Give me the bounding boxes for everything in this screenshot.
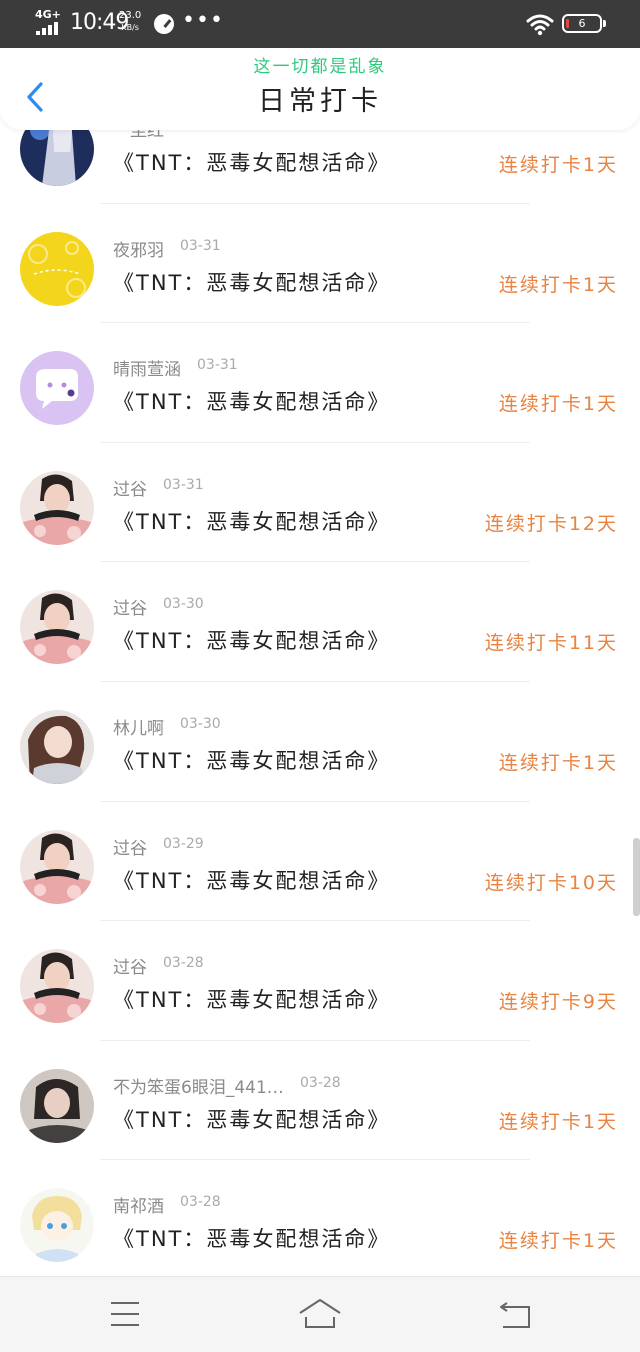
menu-icon[interactable] [101,1291,149,1337]
checkin-date: 03-31 [180,130,221,134]
avatar[interactable] [20,1188,94,1263]
scrollbar[interactable] [633,838,640,916]
speed-unit: KB/s [121,23,139,32]
checkin-date: 03-31 [180,237,221,254]
avatar[interactable] [20,351,94,426]
streak-label: 连续打卡1天 [498,273,618,296]
checkin-date: 03-30 [163,596,204,613]
page-subtitle: 这一切都是乱象 [253,57,387,77]
book-title: 《TNT：恶毒女配想活命》 [113,270,391,295]
streak-label: 连续打卡9天 [498,991,618,1014]
book-title: 《TNT：恶毒女配想活命》 [113,988,391,1013]
page-title: 日常打卡 [258,86,382,117]
list-item[interactable]: 过谷 03-29 《TNT：恶毒女配想活命》 连续打卡10天 [0,802,640,922]
streak-label: 连续打卡1天 [498,1230,618,1253]
list-item[interactable]: 夜邪羽 03-31 《TNT：恶毒女配想活命》 连续打卡1天 [0,204,640,324]
checkin-date: 03-30 [180,715,221,732]
book-title: 《TNT：恶毒女配想活命》 [113,1107,391,1132]
chevron-left-icon[interactable] [22,80,48,114]
list-item[interactable]: 过谷 03-30 《TNT：恶毒女配想活命》 连续打卡11天 [0,562,640,682]
bottom-nav [0,1276,640,1352]
user-name[interactable]: 晴雨萱涵 [113,355,181,380]
avatar[interactable] [20,1068,94,1143]
streak-label: 连续打卡12天 [484,512,618,535]
more-icon: ••• [182,8,224,33]
list-item[interactable]: 南祁酒 03-28 《TNT：恶毒女配想活命》 连续打卡1天 [0,1160,640,1276]
signal-icon [36,22,58,35]
list-item[interactable]: 不为笨蛋6眼泪_441… 03-28 《TNT：恶毒女配想活命》 连续打卡1天 [0,1041,640,1161]
book-title: 《TNT：恶毒女配想活命》 [113,1227,391,1252]
checkin-date: 03-31 [163,476,204,493]
checkin-list[interactable]: 一尘红03-31《TNT：恶毒女配想活命》连续打卡1天夜邪羽03-31《TNT：… [0,130,640,1276]
book-title: 《TNT：恶毒女配想活命》 [113,151,391,175]
checkin-date: 03-28 [300,1074,341,1091]
book-title: 《TNT：恶毒女配想活命》 [113,748,391,773]
list-item[interactable]: 过谷 03-31 《TNT：恶毒女配想活命》 连续打卡12天 [0,443,640,563]
checkin-date: 03-28 [180,1194,221,1211]
back-arrow-icon[interactable] [491,1291,539,1337]
book-title: 《TNT：恶毒女配想活命》 [113,868,391,893]
checkin-date: 03-31 [197,357,238,374]
book-title: 《TNT：恶毒女配想活命》 [113,629,391,654]
user-name[interactable]: 夜邪羽 [113,236,164,261]
user-name[interactable]: 一尘红 [113,130,164,141]
battery-icon: 6 [562,14,606,33]
list-item[interactable]: 一尘红 03-31 《TNT：恶毒女配想活命》 连续打卡1天 [0,130,640,204]
list-item[interactable]: 晴雨萱涵 03-31 《TNT：恶毒女配想活命》 连续打卡1天 [0,323,640,443]
streak-label: 连续打卡1天 [498,751,618,774]
battery-level: 6 [578,17,586,30]
avatar[interactable] [20,470,94,545]
network-type: 4G+ [35,8,61,21]
user-name[interactable]: 不为笨蛋6眼泪_441… [113,1073,284,1098]
streak-label: 连续打卡11天 [484,632,618,655]
page-header: 这一切都是乱象 日常打卡 [0,48,640,130]
speed-value: 23.0 [119,10,142,21]
gauge-icon [154,14,174,34]
wifi-icon [526,14,554,36]
user-name[interactable]: 过谷 [113,953,147,978]
user-name[interactable]: 过谷 [113,594,147,619]
avatar[interactable] [20,130,94,186]
status-bar: 4G+ 10:49 23.0 KB/s ••• 6 [0,0,640,48]
list-item[interactable]: 林儿啊 03-30 《TNT：恶毒女配想活命》 连续打卡1天 [0,682,640,802]
book-title: 《TNT：恶毒女配想活命》 [113,390,391,415]
streak-label: 连续打卡1天 [498,393,618,416]
list-item[interactable]: 过谷 03-28 《TNT：恶毒女配想活命》 连续打卡9天 [0,921,640,1041]
avatar[interactable] [20,949,94,1024]
user-name[interactable]: 南祁酒 [113,1192,164,1217]
home-icon[interactable] [296,1291,344,1337]
user-name[interactable]: 林儿啊 [113,714,164,739]
network-speed: 23.0 KB/s [119,10,141,34]
avatar[interactable] [20,709,94,784]
checkin-date: 03-29 [163,835,204,852]
avatar[interactable] [20,829,94,904]
checkin-date: 03-28 [163,955,204,972]
user-name[interactable]: 过谷 [113,834,147,859]
streak-label: 连续打卡10天 [484,871,618,894]
streak-label: 连续打卡1天 [498,154,618,176]
user-name[interactable]: 过谷 [113,475,147,500]
streak-label: 连续打卡1天 [498,1110,618,1133]
book-title: 《TNT：恶毒女配想活命》 [113,509,391,534]
avatar[interactable] [20,231,94,306]
avatar[interactable] [20,590,94,665]
